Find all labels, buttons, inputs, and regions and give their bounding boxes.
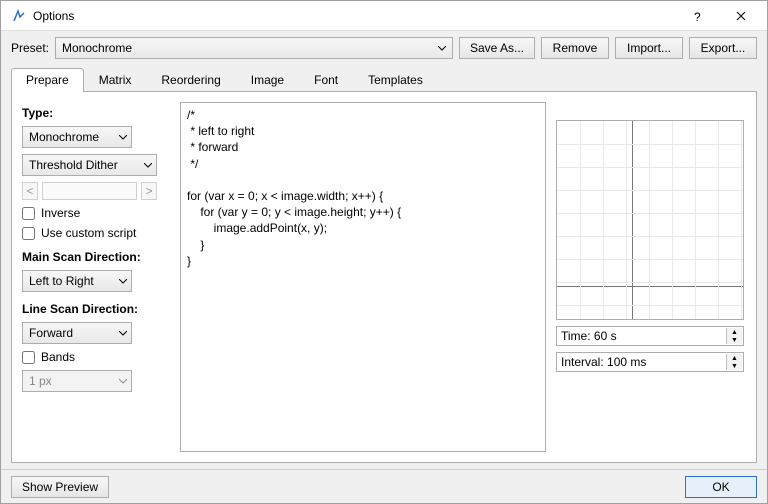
main-scan-combo[interactable]: Left to Right xyxy=(22,270,132,292)
grid-axis-h xyxy=(557,286,743,287)
custom-script-checkbox-input[interactable] xyxy=(22,227,35,240)
preset-value: Monochrome xyxy=(62,41,132,55)
show-preview-button[interactable]: Show Preview xyxy=(11,476,109,498)
spin-up-icon[interactable]: ▲ xyxy=(726,354,742,362)
bands-value-combo: 1 px xyxy=(22,370,132,392)
tab-reordering[interactable]: Reordering xyxy=(146,68,235,92)
tab-bar: Prepare Matrix Reordering Image Font Tem… xyxy=(1,67,767,91)
chevron-down-icon xyxy=(119,135,127,140)
spin-down-icon[interactable]: ▼ xyxy=(726,362,742,370)
custom-script-checkbox[interactable]: Use custom script xyxy=(22,226,170,240)
tab-matrix[interactable]: Matrix xyxy=(84,68,147,92)
bands-checkbox-input[interactable] xyxy=(22,351,35,364)
chevron-down-icon xyxy=(119,279,127,284)
export-button[interactable]: Export... xyxy=(689,37,757,59)
type-heading: Type: xyxy=(22,106,170,120)
app-icon xyxy=(11,8,27,24)
chevron-down-icon xyxy=(144,163,152,168)
dialog-footer: Show Preview OK xyxy=(1,469,767,503)
line-scan-combo[interactable]: Forward xyxy=(22,322,132,344)
slider-track[interactable] xyxy=(42,182,137,200)
remove-button[interactable]: Remove xyxy=(541,37,609,59)
import-button[interactable]: Import... xyxy=(615,37,683,59)
tab-font[interactable]: Font xyxy=(299,68,353,92)
tab-prepare[interactable]: Prepare xyxy=(11,68,84,92)
window-title: Options xyxy=(33,9,675,23)
slider-right-button[interactable]: > xyxy=(141,182,157,200)
time-spin-buttons[interactable]: ▲▼ xyxy=(726,328,742,344)
left-column: Type: Monochrome Threshold Dither < > In… xyxy=(22,102,170,452)
dither-combo[interactable]: Threshold Dither xyxy=(22,154,157,176)
preset-combo[interactable]: Monochrome xyxy=(55,37,453,59)
tab-image[interactable]: Image xyxy=(236,68,299,92)
spin-down-icon[interactable]: ▼ xyxy=(726,336,742,344)
preset-label: Preset: xyxy=(11,41,49,55)
tab-panel: Type: Monochrome Threshold Dither < > In… xyxy=(11,91,757,463)
svg-text:?: ? xyxy=(694,10,701,23)
interval-spinner[interactable]: Interval: 100 ms ▲▼ xyxy=(556,352,744,372)
line-scan-heading: Line Scan Direction: xyxy=(22,302,170,316)
close-button[interactable] xyxy=(719,2,763,30)
type-combo[interactable]: Monochrome xyxy=(22,126,132,148)
right-column: Time: 60 s ▲▼ Interval: 100 ms ▲▼ xyxy=(556,102,746,452)
time-spinner[interactable]: Time: 60 s ▲▼ xyxy=(556,326,744,346)
chevron-down-icon xyxy=(438,46,446,51)
save-as-button[interactable]: Save As... xyxy=(459,37,535,59)
spin-up-icon[interactable]: ▲ xyxy=(726,328,742,336)
interval-spin-buttons[interactable]: ▲▼ xyxy=(726,354,742,370)
options-dialog: Options ? Preset: Monochrome Save As... … xyxy=(0,0,768,504)
main-scan-heading: Main Scan Direction: xyxy=(22,250,170,264)
tab-templates[interactable]: Templates xyxy=(353,68,438,92)
inverse-checkbox-input[interactable] xyxy=(22,207,35,220)
script-textarea[interactable]: /* * left to right * forward */ for (var… xyxy=(180,102,546,452)
threshold-slider: < > xyxy=(22,182,157,200)
chevron-down-icon xyxy=(119,379,127,384)
preset-toolbar: Preset: Monochrome Save As... Remove Imp… xyxy=(1,31,767,65)
titlebar: Options ? xyxy=(1,1,767,31)
help-button[interactable]: ? xyxy=(675,2,719,30)
grid-axis-v xyxy=(632,121,633,319)
bands-checkbox[interactable]: Bands xyxy=(22,350,170,364)
inverse-checkbox[interactable]: Inverse xyxy=(22,206,170,220)
ok-button[interactable]: OK xyxy=(685,476,757,498)
preview-grid xyxy=(556,120,744,320)
chevron-down-icon xyxy=(119,331,127,336)
slider-left-button[interactable]: < xyxy=(22,182,38,200)
